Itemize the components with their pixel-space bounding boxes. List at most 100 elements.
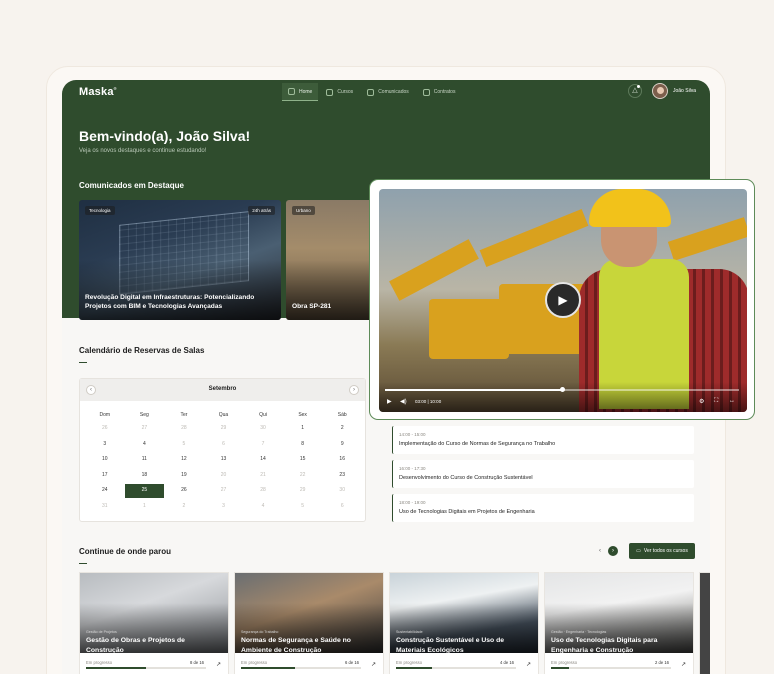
calendar-day[interactable]: 7 [243, 437, 283, 453]
open-arrow-icon[interactable]: ↗ [526, 661, 531, 668]
calendar-day[interactable]: 20 [204, 468, 244, 484]
excavator-arm [389, 239, 479, 301]
course-status: Em progresso [396, 660, 423, 665]
avatar[interactable] [652, 83, 668, 99]
prev-button[interactable]: ‹ [595, 546, 605, 556]
calendar-day[interactable]: 2 [322, 421, 362, 437]
calendar-day[interactable]: 4 [243, 499, 283, 515]
calendar-day[interactable]: 21 [243, 468, 283, 484]
seek-bar[interactable] [385, 387, 739, 392]
heading-underline [79, 362, 87, 363]
fullscreen-icon[interactable]: ⛶ [714, 398, 718, 405]
calendar-day[interactable]: 6 [204, 437, 244, 453]
calendar-day[interactable]: 3 [204, 499, 244, 515]
course-card[interactable]: Segurança do Trabalho Normas de Seguranç… [234, 572, 384, 674]
calendar-day[interactable]: 30 [243, 421, 283, 437]
calendar-day[interactable]: 26 [164, 483, 204, 499]
course-status: Em progresso [551, 660, 578, 665]
calendar-day[interactable]: 27 [125, 421, 165, 437]
calendar-day[interactable]: 28 [243, 483, 283, 499]
view-all-courses-button[interactable]: ▭ Ver todos os cursos [629, 543, 695, 559]
calendar-day[interactable]: 13 [204, 452, 244, 468]
calendar-day[interactable]: 29 [204, 421, 244, 437]
calendar-day[interactable]: 22 [283, 468, 323, 484]
announcement-card[interactable]: Tecnologia 24h atrás Revolução Digital e… [79, 200, 281, 320]
building-illustration [119, 211, 249, 295]
calendar-day[interactable]: 8 [283, 437, 323, 453]
course-card[interactable]: Sustentabilidade Construção Sustentável … [389, 572, 539, 674]
course-progress-fill [396, 667, 432, 669]
calendar-day[interactable]: 19 [164, 468, 204, 484]
event-item[interactable]: 18:00 - 19:00 Uso de Tecnologias Digitai… [392, 494, 694, 522]
calendar-day[interactable]: 5 [164, 437, 204, 453]
course-card[interactable]: Gestão de Projetos Gestão de Obras e Pro… [79, 572, 229, 674]
user-name[interactable]: João Silva [673, 88, 696, 94]
heading-underline [79, 563, 87, 564]
video-controls: ▶ ◀) 03:00 | 10:00 ⚙ ⛶ ↔ [379, 382, 747, 412]
course-count: 2 de 16 [655, 660, 669, 665]
play-button[interactable]: ▶ [545, 282, 581, 318]
calendar-day[interactable]: 24 [85, 483, 125, 499]
calendar-day[interactable]: 23 [322, 468, 362, 484]
calendar-day[interactable]: 1 [125, 499, 165, 515]
calendar-day[interactable]: 16 [322, 452, 362, 468]
settings-icon[interactable]: ⚙ [699, 398, 704, 405]
weekday-label: Dom [99, 412, 111, 418]
event-time: 14:00 - 15:00 [399, 432, 426, 437]
category-tag: Urbano [292, 206, 315, 215]
event-item[interactable]: 16:00 - 17:30 Desenvolvimento do Curso d… [392, 460, 694, 488]
calendar-day[interactable]: 1 [283, 421, 323, 437]
nav-item-comunicados[interactable]: Comunicados [361, 83, 415, 101]
announcement-title: Revolução Digital em Infraestruturas: Po… [85, 293, 255, 311]
continue-heading: Continue de onde parou [79, 547, 171, 556]
course-category: Gestão de Projetos [86, 630, 117, 634]
video-player[interactable]: ▶ ▶ ◀) 03:00 | 10:00 ⚙ ⛶ ↔ [379, 189, 747, 412]
calendar-day[interactable]: 6 [322, 499, 362, 515]
calendar-day[interactable]: 11 [125, 452, 165, 468]
nav-item-home[interactable]: Home [282, 83, 319, 101]
calendar-day[interactable]: 30 [322, 483, 362, 499]
open-arrow-icon[interactable]: ↗ [681, 661, 686, 668]
calendar-day[interactable]: 12 [164, 452, 204, 468]
open-arrow-icon[interactable]: ↗ [371, 661, 376, 668]
play-icon[interactable]: ▶ [387, 398, 392, 405]
next-button[interactable]: › [608, 546, 618, 556]
event-item[interactable]: 14:00 - 15:00 Implementação do Curso de … [392, 426, 694, 454]
course-progress-fill [551, 667, 569, 669]
calendar-day[interactable]: 28 [164, 421, 204, 437]
announcement-card[interactable]: Urbano Obra SP-281 [286, 200, 376, 320]
view-all-label: Ver todos os cursos [643, 548, 688, 554]
calendar-day[interactable]: 25 [124, 484, 165, 498]
calendar-day[interactable]: 31 [85, 499, 125, 515]
volume-icon[interactable]: ◀) [400, 398, 407, 405]
brand-logo[interactable]: Maska® [79, 86, 117, 98]
hard-hat [589, 189, 671, 227]
calendar-day[interactable]: 2 [164, 499, 204, 515]
calendar-day[interactable]: 5 [283, 499, 323, 515]
calendar-day[interactable]: 18 [125, 468, 165, 484]
course-category: Segurança do Trabalho [241, 630, 279, 634]
calendar-day[interactable]: 27 [204, 483, 244, 499]
expand-icon[interactable]: ↔ [729, 398, 735, 404]
calendar-day[interactable]: 14 [243, 452, 283, 468]
course-card[interactable]: Gestão · Engenharia · Tecnologias Uso de… [544, 572, 694, 674]
calendar-header: ‹ Setembro › [80, 379, 365, 401]
nav-item-contratos[interactable]: Contratos [417, 83, 462, 101]
calendar-day[interactable]: 10 [85, 452, 125, 468]
nav-item-cursos[interactable]: Cursos [320, 83, 359, 101]
calendar-day[interactable]: 4 [125, 437, 165, 453]
calendar-day[interactable]: 29 [283, 483, 323, 499]
event-title: Desenvolvimento do Curso de Construção S… [399, 475, 533, 481]
calendar-day[interactable]: 15 [283, 452, 323, 468]
notification-bell-icon[interactable]: △ [628, 84, 642, 98]
calendar-day[interactable]: 9 [322, 437, 362, 453]
seek-knob[interactable] [559, 387, 565, 392]
calendar-day[interactable]: 17 [85, 468, 125, 484]
course-card-partial[interactable] [699, 572, 710, 674]
calendar-day[interactable]: 26 [85, 421, 125, 437]
open-arrow-icon[interactable]: ↗ [216, 661, 221, 668]
next-month-button[interactable]: › [349, 385, 359, 395]
course-category: Gestão · Engenharia · Tecnologias [551, 630, 607, 634]
calendar-day[interactable]: 3 [85, 437, 125, 453]
nav-item-label: Contratos [433, 89, 456, 95]
